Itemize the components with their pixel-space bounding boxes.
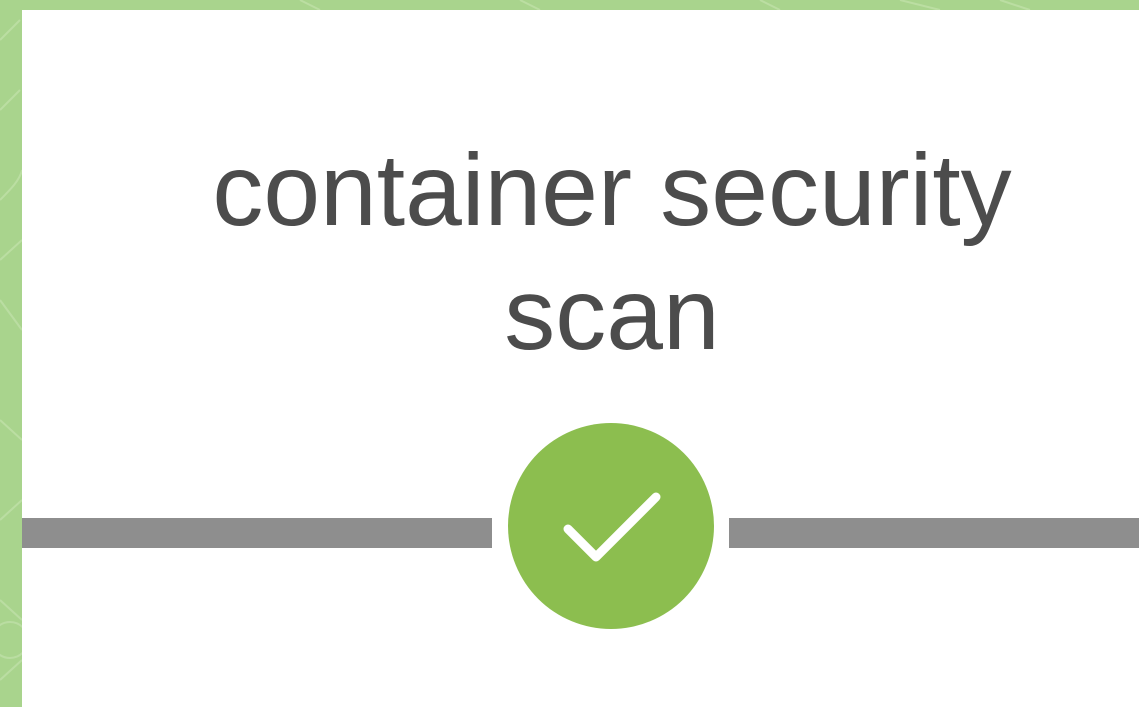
- checkmark-icon: [563, 492, 661, 562]
- status-success-node[interactable]: [508, 423, 714, 629]
- connector-line-right: [729, 518, 1139, 548]
- connector-line-left: [22, 518, 492, 548]
- stage-title: container security scan: [212, 133, 1012, 371]
- pipeline-stage-card[interactable]: container security scan: [22, 10, 1139, 707]
